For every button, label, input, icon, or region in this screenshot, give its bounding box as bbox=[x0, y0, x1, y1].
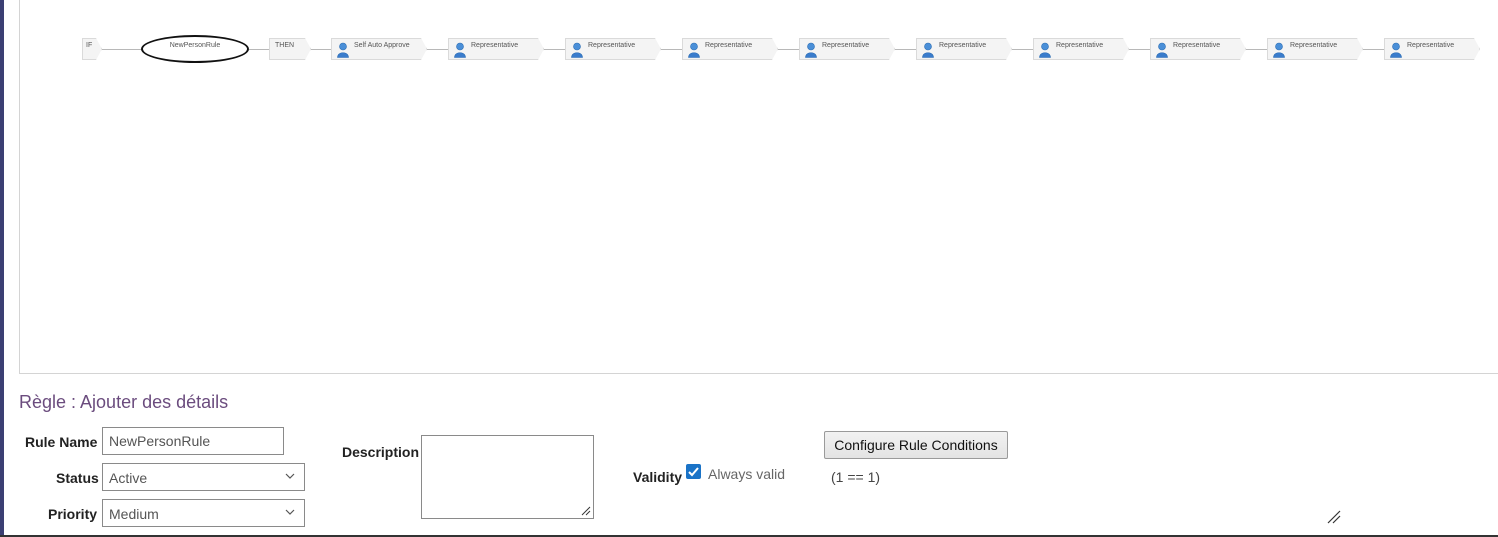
flow-node-approver[interactable]: Self Auto Approve bbox=[331, 38, 427, 60]
checkmark-icon bbox=[688, 467, 699, 477]
flow-connector bbox=[544, 49, 565, 50]
flow-node-approver-label: Representative bbox=[705, 42, 753, 49]
chevron-down-icon bbox=[285, 473, 295, 479]
flow-node-approver-label: Representative bbox=[1056, 42, 1104, 49]
flow-node-approver[interactable]: Representative bbox=[799, 38, 895, 60]
priority-select-value: Medium bbox=[109, 506, 159, 522]
section-title: Règle : Ajouter des détails bbox=[19, 392, 229, 412]
status-select-value: Active bbox=[109, 470, 148, 486]
left-edge-bar bbox=[0, 0, 4, 537]
flow-node-approver-label: Representative bbox=[939, 42, 987, 49]
flow-connector bbox=[249, 49, 269, 50]
flow-connector bbox=[427, 49, 448, 50]
always-valid-checkbox[interactable] bbox=[686, 464, 701, 479]
priority-select[interactable]: Medium bbox=[102, 499, 305, 527]
flow-node-approver-label: Representative bbox=[1407, 42, 1455, 49]
status-label: Status bbox=[56, 470, 99, 486]
flow-node-approver[interactable]: Representative bbox=[1384, 38, 1480, 60]
flow-connector bbox=[895, 49, 916, 50]
person-icon bbox=[1273, 42, 1285, 58]
validity-label: Validity bbox=[633, 469, 683, 485]
flow-node-approver-label: Representative bbox=[471, 42, 519, 49]
person-icon bbox=[922, 42, 934, 58]
rule-name-label: Rule Name bbox=[25, 434, 98, 450]
workflow-canvas[interactable]: IF NewPersonRule THEN Self Auto Approve R… bbox=[19, 0, 1498, 374]
person-icon bbox=[1039, 42, 1051, 58]
flow-node-approver[interactable]: Representative bbox=[448, 38, 544, 60]
person-icon bbox=[454, 42, 466, 58]
person-icon bbox=[571, 42, 583, 58]
flow-node-approver-label: Representative bbox=[588, 42, 636, 49]
flow-node-approver-label: Self Auto Approve bbox=[354, 42, 410, 49]
flow-node-then-label: THEN bbox=[275, 42, 295, 49]
flow-connector bbox=[778, 49, 799, 50]
person-icon bbox=[1390, 42, 1402, 58]
flow-node-approver[interactable]: Representative bbox=[1033, 38, 1129, 60]
flow-connector bbox=[102, 49, 142, 50]
flow-connector bbox=[1363, 49, 1384, 50]
flow-connector bbox=[311, 49, 331, 50]
flow-node-rule[interactable]: NewPersonRule bbox=[141, 35, 249, 63]
flow-node-if-label: IF bbox=[86, 42, 93, 49]
flow-connector bbox=[661, 49, 682, 50]
person-icon bbox=[337, 42, 349, 58]
flow-node-approver-label: Representative bbox=[1173, 42, 1221, 49]
person-icon bbox=[1156, 42, 1168, 58]
flow-node-rule-label: NewPersonRule bbox=[169, 42, 221, 49]
flow-node-approver[interactable]: Representative bbox=[916, 38, 1012, 60]
panel-resize-grip-icon[interactable] bbox=[1327, 510, 1341, 524]
flow-node-then[interactable]: THEN bbox=[269, 38, 311, 60]
description-label: Description bbox=[342, 444, 420, 460]
flow-connector bbox=[1012, 49, 1033, 50]
flow-node-approver-label: Representative bbox=[1290, 42, 1338, 49]
person-icon bbox=[688, 42, 700, 58]
always-valid-label: Always valid bbox=[708, 466, 786, 482]
flow-connector bbox=[1129, 49, 1150, 50]
chevron-down-icon bbox=[285, 509, 295, 515]
condition-expression: (1 == 1) bbox=[831, 469, 881, 485]
resize-grip-icon[interactable] bbox=[581, 506, 591, 516]
flow-node-approver[interactable]: Representative bbox=[1267, 38, 1363, 60]
flow-node-approver[interactable]: Representative bbox=[565, 38, 661, 60]
rule-name-input[interactable] bbox=[102, 427, 284, 455]
configure-rule-conditions-button[interactable]: Configure Rule Conditions bbox=[824, 431, 1008, 459]
flow-connector bbox=[1246, 49, 1267, 50]
flow-node-approver-label: Representative bbox=[822, 42, 870, 49]
workflow-flow: IF NewPersonRule THEN Self Auto Approve R… bbox=[82, 35, 1498, 63]
description-textarea[interactable] bbox=[421, 435, 594, 519]
flow-node-if[interactable]: IF bbox=[82, 38, 102, 60]
priority-label: Priority bbox=[48, 506, 98, 522]
flow-node-approver[interactable]: Representative bbox=[1150, 38, 1246, 60]
status-select[interactable]: Active bbox=[102, 463, 305, 491]
flow-node-approver[interactable]: Representative bbox=[682, 38, 778, 60]
person-icon bbox=[805, 42, 817, 58]
